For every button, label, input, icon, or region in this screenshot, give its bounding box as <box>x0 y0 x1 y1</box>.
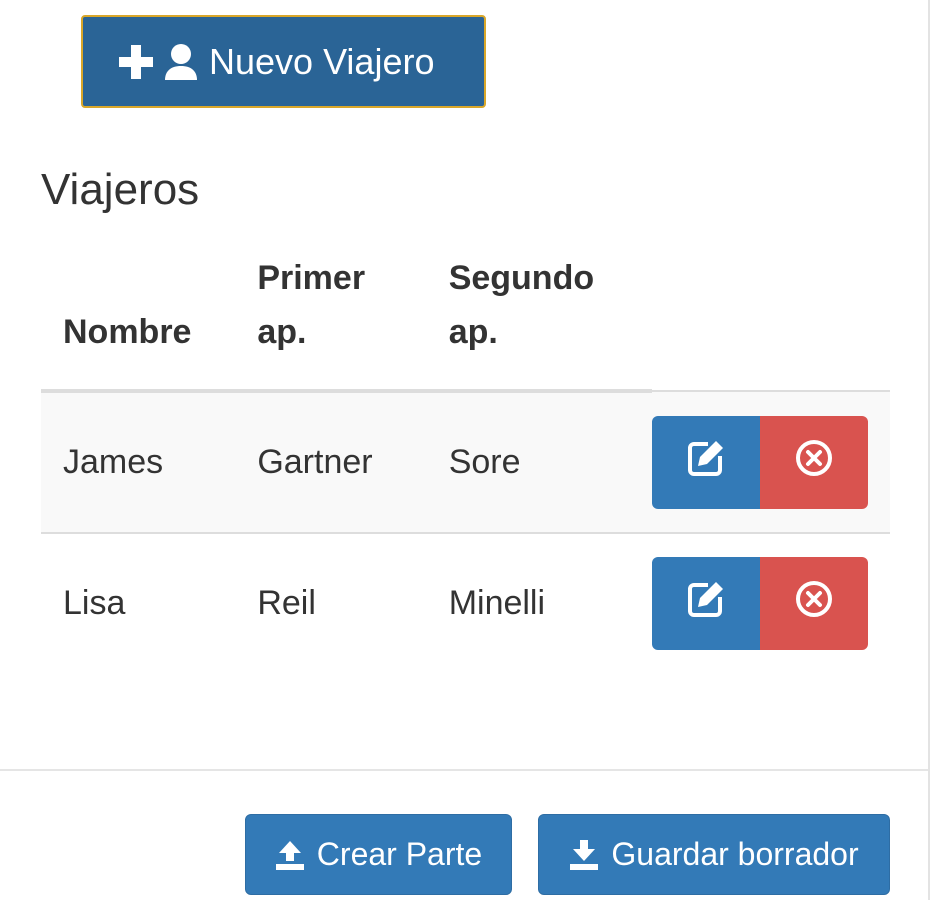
user-icon <box>163 43 199 81</box>
edit-button[interactable] <box>652 415 760 509</box>
header-nombre-label: Nombre <box>63 313 192 351</box>
cell-segundo-ap: Sore <box>426 390 652 533</box>
footer-divider <box>0 769 928 771</box>
table-row: James Gartner Sore <box>41 390 890 533</box>
row-action-group <box>652 557 868 650</box>
guardar-borrador-button[interactable]: Guardar borrador <box>538 814 890 895</box>
header-actions <box>652 250 890 392</box>
new-traveler-button[interactable]: Nuevo Viajero <box>81 15 486 108</box>
table-row: Lisa Reil Minelli <box>41 532 890 673</box>
table-header-row: Nombre Primer ap. Segundo ap. <box>41 250 890 393</box>
header-segundo-line1: Segundo <box>448 259 595 297</box>
header-nombre: Nombre <box>41 250 236 393</box>
row-action-group <box>652 415 868 509</box>
edit-icon <box>686 438 726 487</box>
section-title: Viajeros <box>41 165 200 214</box>
header-segundo-ap: Segundo ap. <box>426 250 652 393</box>
cell-nombre: Lisa <box>41 532 236 673</box>
download-icon <box>569 839 599 871</box>
cell-primer-ap: Reil <box>235 532 427 673</box>
edit-button[interactable] <box>652 557 760 650</box>
cell-nombre: James <box>41 390 236 533</box>
crear-parte-button[interactable]: Crear Parte <box>245 814 512 895</box>
cell-segundo-ap: Minelli <box>426 532 652 673</box>
guardar-borrador-label: Guardar borrador <box>611 836 859 872</box>
new-traveler-button-label: Nuevo Viajero <box>209 40 435 82</box>
delete-circle-icon <box>794 579 834 628</box>
edit-icon <box>686 579 726 628</box>
cell-actions <box>652 532 890 673</box>
travelers-table: Nombre Primer ap. Segundo ap. James Gart… <box>41 250 890 673</box>
delete-circle-icon <box>794 438 834 487</box>
header-primer-line1: Primer <box>257 259 366 297</box>
crear-parte-label: Crear Parte <box>316 836 483 872</box>
header-primer-ap: Primer ap. <box>235 250 427 393</box>
delete-button[interactable] <box>760 415 868 509</box>
panel-right-border <box>928 0 930 900</box>
cell-actions <box>652 390 890 533</box>
delete-button[interactable] <box>760 557 868 650</box>
plus-icon <box>117 43 155 81</box>
header-segundo-line2: ap. <box>448 313 498 351</box>
upload-icon <box>275 839 305 871</box>
header-primer-line2: ap. <box>257 313 307 351</box>
cell-primer-ap: Gartner <box>235 390 427 533</box>
